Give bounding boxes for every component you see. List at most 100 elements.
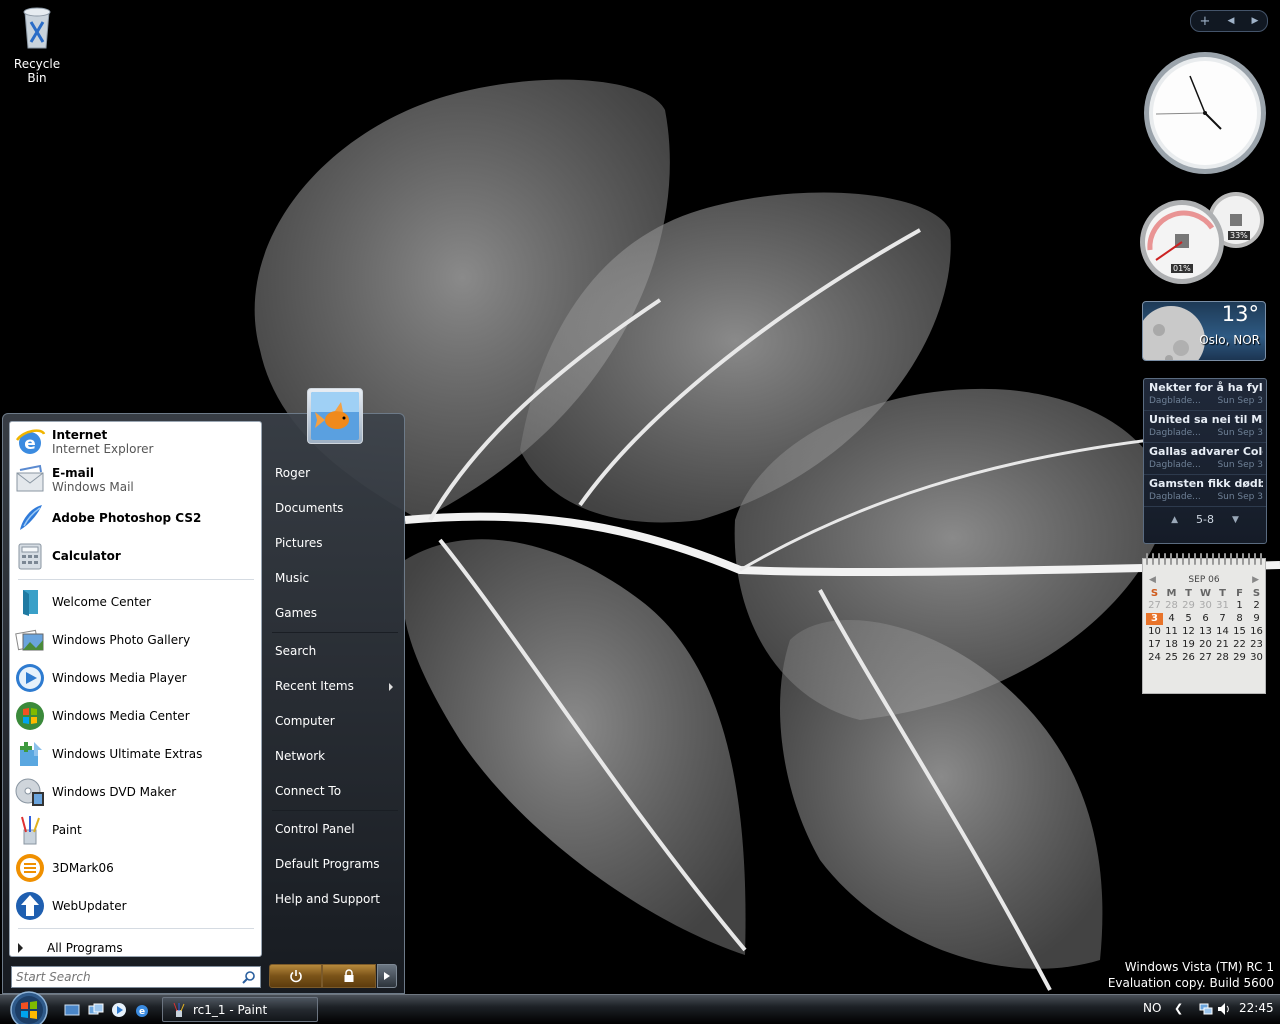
feed-item[interactable]: Nekter for å ha fyllek... Dagblade... Sun… [1144, 379, 1266, 411]
start-network[interactable]: Network [273, 743, 397, 769]
calendar-day[interactable]: 6 [1197, 613, 1214, 625]
calendar-day[interactable]: 9 [1248, 613, 1265, 625]
power-icon [289, 970, 302, 983]
shutdown-options-button[interactable] [377, 964, 397, 988]
calendar-day[interactable]: 20 [1197, 639, 1214, 651]
calendar-day[interactable]: 13 [1197, 626, 1214, 638]
webupdater-icon [16, 892, 44, 920]
calendar-day[interactable]: 30 [1248, 652, 1265, 664]
clock-time[interactable]: 22:45 [1239, 1001, 1274, 1015]
calendar-day[interactable]: 18 [1163, 639, 1180, 651]
calendar-day[interactable]: 28 [1163, 600, 1180, 612]
clock-gadget[interactable] [1142, 50, 1268, 176]
start-computer[interactable]: Computer [273, 708, 397, 734]
start-connect-to[interactable]: Connect To [273, 778, 397, 804]
program-dvd-maker[interactable]: Windows DVD Maker [14, 776, 259, 808]
user-picture[interactable] [307, 388, 363, 444]
next-gadgets-button[interactable]: ▶ [1252, 16, 1259, 26]
calendar-day[interactable]: 16 [1248, 626, 1265, 638]
calendar-day[interactable]: 24 [1146, 652, 1163, 664]
internet-explorer-quicklaunch-icon[interactable]: e [134, 1002, 150, 1018]
recent-photoshop[interactable]: Adobe Photoshop CS2 [14, 502, 259, 534]
calendar-day[interactable]: 28 [1214, 652, 1231, 664]
feed-headlines-gadget: Nekter for å ha fyllek... Dagblade... Sun… [1143, 378, 1267, 544]
calendar-day[interactable]: 31 [1214, 600, 1231, 612]
feed-up-button[interactable]: ▲ [1171, 515, 1178, 525]
volume-icon[interactable] [1217, 1002, 1231, 1016]
program-ultimate-extras[interactable]: Windows Ultimate Extras [14, 738, 259, 770]
calendar-day[interactable]: 29 [1180, 600, 1197, 612]
calendar-day[interactable]: 7 [1214, 613, 1231, 625]
calendar-day[interactable]: 19 [1180, 639, 1197, 651]
media-player-quicklaunch-icon[interactable] [111, 1002, 127, 1018]
pinned-email[interactable]: E-mail Windows Mail [14, 464, 259, 496]
program-photo-gallery[interactable]: Windows Photo Gallery [14, 624, 259, 656]
all-programs-button[interactable]: All Programs [18, 941, 123, 955]
program-webupdater[interactable]: WebUpdater [14, 890, 259, 922]
feed-item[interactable]: United sa nei til Masc... Dagblade... Sun… [1144, 411, 1266, 443]
calendar-day[interactable]: 22 [1231, 639, 1248, 651]
lock-button[interactable] [322, 964, 376, 988]
calendar-day[interactable]: 10 [1146, 626, 1163, 638]
calendar-day[interactable]: 30 [1197, 600, 1214, 612]
calendar-day[interactable]: 29 [1231, 652, 1248, 664]
calendar-day[interactable]: 2 [1248, 600, 1265, 612]
start-orb-button[interactable] [8, 989, 50, 1024]
start-help-support[interactable]: Help and Support [273, 886, 397, 912]
calendar-gadget[interactable]: ◀ SEP 06 ▶ S M T W T F S 27 28 29 30 31 1 2 3 4 5 6 7 8 9 10 1… [1142, 553, 1266, 694]
calendar-day[interactable]: 3 [1146, 613, 1163, 625]
start-games[interactable]: Games [273, 600, 397, 626]
cpu-meter-gadget[interactable]: 01% 33% [1140, 190, 1270, 290]
calendar-day[interactable]: 1 [1231, 600, 1248, 612]
calendar-weekday: W [1199, 588, 1212, 599]
taskbar-button-paint[interactable]: rc1_1 - Paint [162, 997, 318, 1022]
weather-gadget[interactable]: 13° Oslo, NOR [1142, 301, 1266, 361]
calendar-day[interactable]: 27 [1146, 600, 1163, 612]
calendar-day[interactable]: 17 [1146, 639, 1163, 651]
program-media-player[interactable]: Windows Media Player [14, 662, 259, 694]
calendar-day[interactable]: 5 [1180, 613, 1197, 625]
start-pictures[interactable]: Pictures [273, 530, 397, 556]
calendar-day[interactable]: 25 [1163, 652, 1180, 664]
calendar-next-button[interactable]: ▶ [1252, 575, 1259, 585]
calendar-prev-button[interactable]: ◀ [1149, 575, 1156, 585]
calendar-day[interactable]: 26 [1180, 652, 1197, 664]
start-search-input[interactable] [12, 967, 232, 987]
calendar-day[interactable]: 23 [1248, 639, 1265, 651]
calendar-day[interactable]: 8 [1231, 613, 1248, 625]
start-search[interactable]: Search [273, 638, 397, 664]
recent-calculator[interactable]: Calculator [14, 540, 259, 572]
network-icon[interactable] [1199, 1002, 1213, 1016]
calendar-day[interactable]: 12 [1180, 626, 1197, 638]
start-documents[interactable]: Documents [273, 495, 397, 521]
program-paint[interactable]: Paint [14, 814, 259, 846]
recycle-bin[interactable]: Recycle Bin [4, 2, 70, 85]
power-button[interactable] [269, 964, 322, 988]
paint-icon [173, 1002, 185, 1017]
start-music[interactable]: Music [273, 565, 397, 591]
start-roger[interactable]: Roger [273, 460, 397, 486]
show-desktop-icon[interactable] [64, 1002, 80, 1018]
calendar-day[interactable]: 14 [1214, 626, 1231, 638]
calendar-day[interactable]: 11 [1163, 626, 1180, 638]
calendar-day[interactable]: 21 [1214, 639, 1231, 651]
program-3dmark[interactable]: 3DMark06 [14, 852, 259, 884]
search-icon[interactable] [242, 970, 256, 984]
calendar-day[interactable]: 27 [1197, 652, 1214, 664]
start-recent-items[interactable]: Recent Items [273, 673, 397, 699]
prev-gadgets-button[interactable]: ◀ [1228, 16, 1235, 26]
language-indicator[interactable]: NO [1143, 1001, 1161, 1015]
add-gadget-button[interactable]: + [1200, 14, 1211, 29]
show-hidden-icons-button[interactable]: ❮ [1174, 1002, 1183, 1015]
feed-down-button[interactable]: ▼ [1232, 515, 1239, 525]
feed-item[interactable]: Gallas advarer Cole ... Dagblade... Sun S… [1144, 443, 1266, 475]
start-default-programs[interactable]: Default Programs [273, 851, 397, 877]
start-control-panel[interactable]: Control Panel [273, 816, 397, 842]
program-media-center[interactable]: Windows Media Center [14, 700, 259, 732]
calendar-day[interactable]: 4 [1163, 613, 1180, 625]
program-welcome-center[interactable]: Welcome Center [14, 586, 259, 618]
calendar-day[interactable]: 15 [1231, 626, 1248, 638]
switch-windows-icon[interactable] [88, 1002, 104, 1018]
pinned-internet[interactable]: e Internet Internet Explorer [14, 426, 259, 458]
feed-item[interactable]: Gamsten fikk dødball... Dagblade... Sun S… [1144, 475, 1266, 507]
